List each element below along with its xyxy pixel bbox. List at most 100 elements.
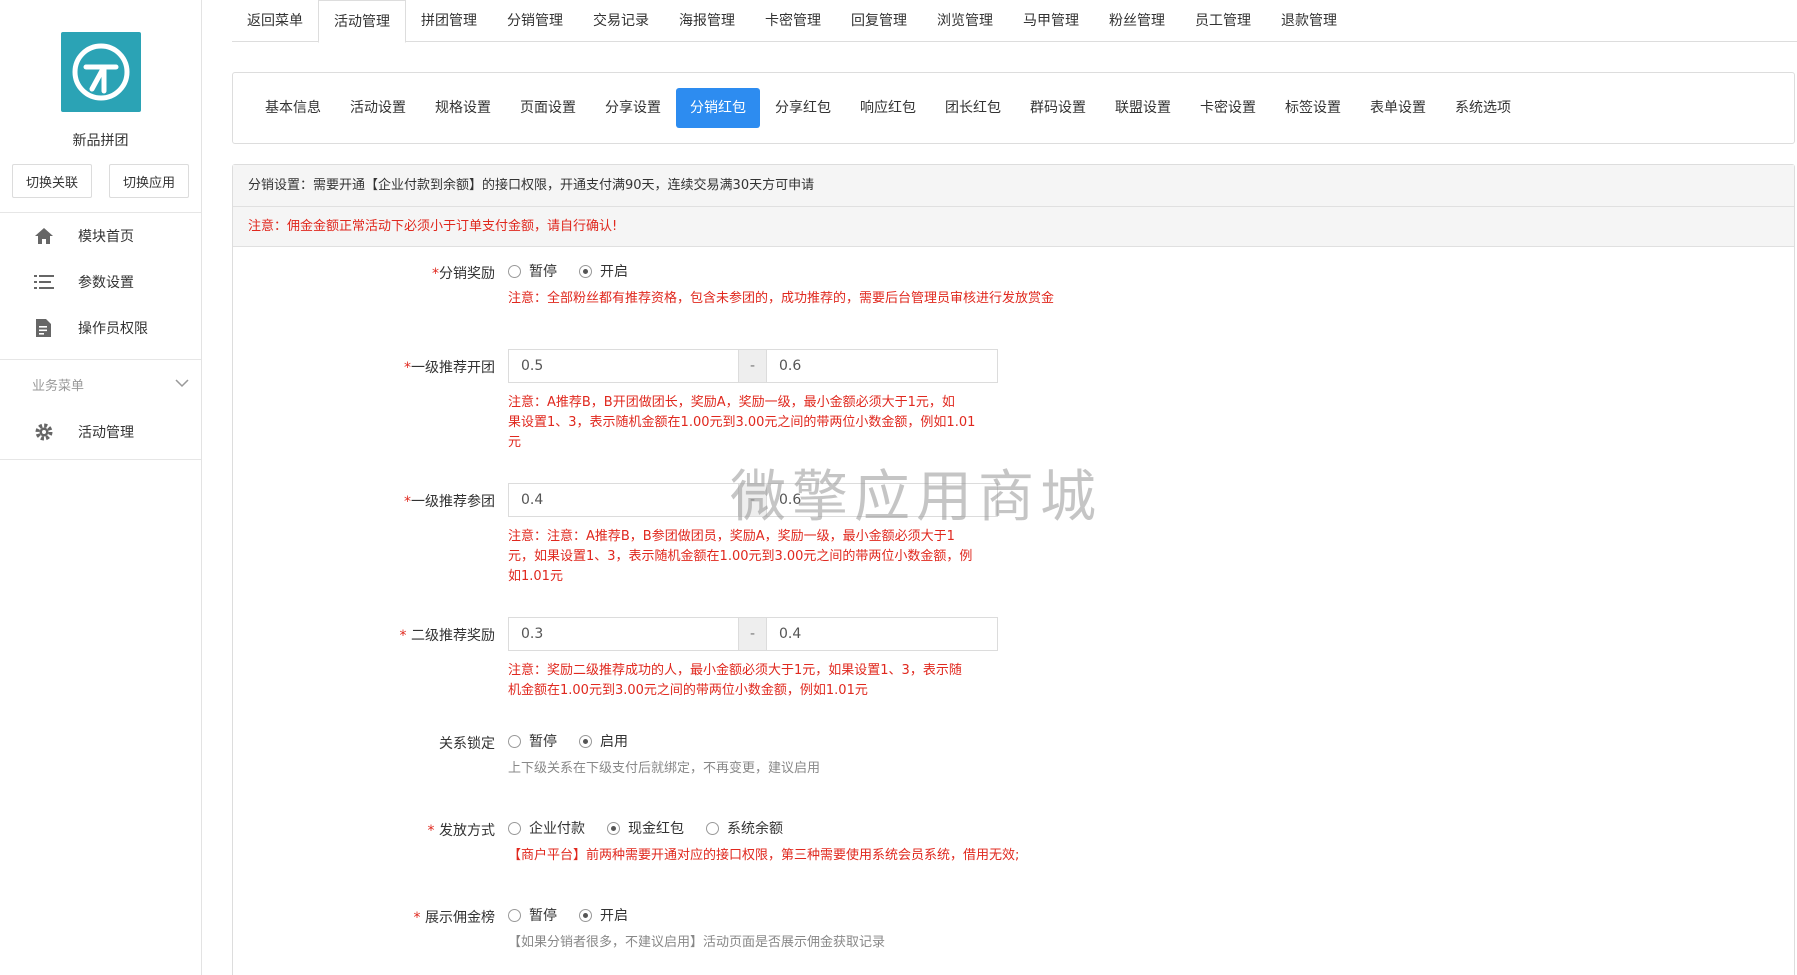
level1-open-range: - (508, 349, 998, 383)
help-line: 果设置1、3，表示随机金额在1.00元到3.00元之间的带两位小数金额，例如1.… (508, 415, 976, 430)
lock-option-pause[interactable]: 暂停 (508, 731, 557, 751)
level1-open-max-input[interactable] (767, 350, 997, 382)
subtab-system-options[interactable]: 系统选项 (1441, 88, 1525, 128)
gear-icon (32, 420, 56, 444)
level2-help: 注意：奖励二级推荐成功的人，最小金额必须大于1元，如果设置1、3，表示随 机金额… (508, 661, 998, 701)
help-line: 注意：注意：A推荐B，B参团做团员，奖励A，奖励一级，最小金额必须大于1 (508, 529, 955, 544)
payout-help: 【商户平台】前两种需要开通对应的接口权限，第三种需要使用系统会员系统，借用无效; (508, 848, 1020, 863)
level2-max-input[interactable] (767, 618, 997, 650)
payout-option-system-balance[interactable]: 系统余额 (706, 818, 783, 838)
radio-icon (706, 821, 719, 835)
sidebar-item-module-home[interactable]: 模块首页 (0, 213, 201, 259)
level1-join-min-input[interactable] (509, 484, 739, 516)
sidebar-item-label: 活动管理 (78, 425, 134, 441)
subtab-form-settings[interactable]: 表单设置 (1356, 88, 1440, 128)
tab-transactions[interactable]: 交易记录 (578, 0, 664, 42)
range-separator: - (739, 618, 767, 650)
home-icon (32, 224, 56, 248)
help-line: 元，如果设置1、3，表示随机金额在1.00元到3.00元之间的带两位小数金额，例 (508, 549, 973, 564)
radio-icon (508, 908, 521, 922)
subtab-response-redpacket[interactable]: 响应红包 (846, 88, 930, 128)
range-separator: - (739, 484, 767, 516)
business-menu-section[interactable]: 业务菜单 (0, 359, 201, 409)
subtab-group-code[interactable]: 群码设置 (1016, 88, 1100, 128)
field-label: *分销奖励 (432, 266, 495, 282)
radio-selected-icon (579, 734, 592, 748)
help-line: 注意：奖励二级推荐成功的人，最小金额必须大于1元，如果设置1、3，表示随 (508, 663, 962, 678)
reward-help: 注意：全部粉丝都有推荐资格，包含未参团的，成功推荐的，需要后台管理员审核进行发放… (508, 291, 1055, 306)
subtab-card-key-settings[interactable]: 卡密设置 (1186, 88, 1270, 128)
level1-open-help: 注意：A推荐B，B开团做团长，奖励A，奖励一级，最小金额必须大于1元，如 果设置… (508, 393, 998, 453)
reward-radio-group: 暂停 开启 (508, 261, 1054, 281)
radio-selected-icon (607, 821, 620, 835)
tab-browse-management[interactable]: 浏览管理 (922, 0, 1008, 42)
payout-option-enterprise[interactable]: 企业付款 (508, 818, 585, 838)
subtab-page-settings[interactable]: 页面设置 (506, 88, 590, 128)
tab-staff-management[interactable]: 员工管理 (1180, 0, 1266, 42)
app-logo (60, 32, 141, 112)
radio-icon (508, 734, 521, 748)
subtab-share-settings[interactable]: 分享设置 (591, 88, 675, 128)
level1-join-range: - (508, 483, 998, 517)
notice-bar: 分销设置：需要开通【企业付款到余额】的接口权限，开通支付满90天，连续交易满30… (233, 165, 1794, 207)
settings-panel: 分销设置：需要开通【企业付款到余额】的接口权限，开通支付满90天，连续交易满30… (232, 164, 1795, 975)
tab-distribution-management[interactable]: 分销管理 (492, 0, 578, 42)
sidebar-item-operator-permissions[interactable]: 操作员权限 (0, 305, 201, 351)
tab-fans-management[interactable]: 粉丝管理 (1094, 0, 1180, 42)
level1-join-max-input[interactable] (767, 484, 997, 516)
warning-bar: 注意：佣金金额正常活动下必须小于订单支付金额，请自行确认! (233, 207, 1794, 247)
app-header: 新品拼团 (0, 0, 201, 150)
help-line: 如1.01元 (508, 569, 563, 584)
subtab-share-redpacket[interactable]: 分享红包 (761, 88, 845, 128)
logo-icon (72, 43, 129, 101)
range-separator: - (739, 350, 767, 382)
field-label: * 二级推荐奖励 (399, 628, 495, 644)
tab-back-menu[interactable]: 返回菜单 (232, 0, 318, 42)
ranking-help: 【如果分销者很多，不建议启用】活动页面是否展示佣金获取记录 (508, 935, 886, 950)
tab-activity-management[interactable]: 活动管理 (318, 0, 406, 43)
sidebar-item-label: 操作员权限 (78, 321, 148, 337)
payout-option-cash-redpacket[interactable]: 现金红包 (607, 818, 684, 838)
sidebar-item-label: 参数设置 (78, 275, 134, 291)
reward-option-on[interactable]: 开启 (579, 261, 628, 281)
level2-min-input[interactable] (509, 618, 739, 650)
lock-radio-group: 暂停 启用 (508, 731, 820, 751)
subtab-distribution-redpacket[interactable]: 分销红包 (676, 88, 760, 128)
top-tab-bar: 返回菜单 活动管理 拼团管理 分销管理 交易记录 海报管理 卡密管理 回复管理 … (232, 0, 1797, 43)
sidebar-item-activity-management[interactable]: 活动管理 (0, 409, 201, 455)
field-label: * 发放方式 (427, 823, 495, 839)
switch-link-button[interactable]: 切换关联 (12, 164, 92, 198)
app-name: 新品拼团 (72, 133, 129, 149)
reward-option-pause[interactable]: 暂停 (508, 261, 557, 281)
radio-icon (508, 821, 521, 835)
chevron-down-icon (175, 377, 189, 392)
level1-open-min-input[interactable] (509, 350, 739, 382)
list-icon (32, 270, 56, 294)
document-icon (32, 316, 56, 340)
ranking-option-on[interactable]: 开启 (579, 905, 628, 925)
tab-group-management[interactable]: 拼团管理 (406, 0, 492, 42)
subtab-leader-redpacket[interactable]: 团长红包 (931, 88, 1015, 128)
help-line: 机金额在1.00元到3.00元之间的带两位小数金额，例如1.01元 (508, 683, 868, 698)
sub-tab-bar: 基本信息 活动设置 规格设置 页面设置 分享设置 分销红包 分享红包 响应红包 … (232, 72, 1795, 144)
subtab-basic-info[interactable]: 基本信息 (251, 88, 335, 128)
field-label: *一级推荐开团 (404, 360, 495, 376)
field-label: 关系锁定 (439, 736, 495, 752)
tab-vest-management[interactable]: 马甲管理 (1008, 0, 1094, 42)
subtab-alliance-settings[interactable]: 联盟设置 (1101, 88, 1185, 128)
sidebar-item-params[interactable]: 参数设置 (0, 259, 201, 305)
tab-poster-management[interactable]: 海报管理 (664, 0, 750, 42)
field-label: * 展示佣金榜 (413, 910, 495, 926)
tab-refund-management[interactable]: 退款管理 (1266, 0, 1352, 42)
subtab-activity-settings[interactable]: 活动设置 (336, 88, 420, 128)
radio-icon (508, 264, 521, 278)
tab-reply-management[interactable]: 回复管理 (836, 0, 922, 42)
switch-app-button[interactable]: 切换应用 (109, 164, 189, 198)
tab-card-key-management[interactable]: 卡密管理 (750, 0, 836, 42)
subtab-tag-settings[interactable]: 标签设置 (1271, 88, 1355, 128)
lock-option-enable[interactable]: 启用 (579, 731, 628, 751)
level1-join-help: 注意：注意：A推荐B，B参团做团员，奖励A，奖励一级，最小金额必须大于1 元，如… (508, 527, 998, 587)
subtab-spec-settings[interactable]: 规格设置 (421, 88, 505, 128)
lock-help: 上下级关系在下级支付后就绑定，不再变更，建议启用 (508, 761, 821, 776)
ranking-option-pause[interactable]: 暂停 (508, 905, 557, 925)
